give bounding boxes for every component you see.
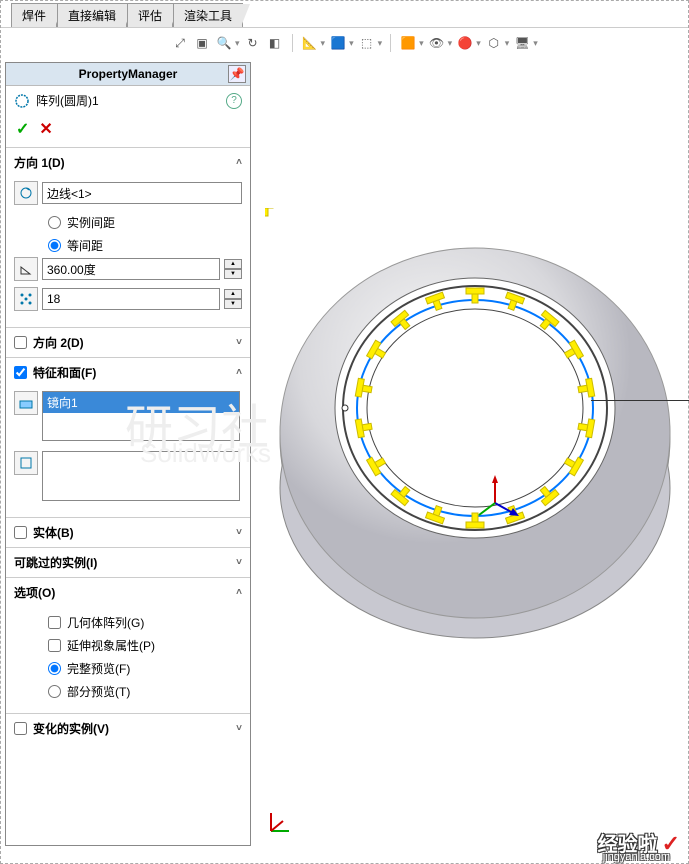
full-preview-radio[interactable] <box>48 662 61 675</box>
chevron-down-icon: ˅ <box>236 527 242 538</box>
angle-spinner[interactable]: ▲▼ <box>224 259 242 279</box>
dropdown-icon[interactable]: ▾ <box>419 38 424 49</box>
edit-scene-icon[interactable]: 🟧 <box>399 34 417 52</box>
property-manager: PropertyManager 📌 阵列(圆周)1 ? ✓ ✕ 方向 1(D) … <box>5 62 251 846</box>
varied-checkbox[interactable] <box>14 722 27 735</box>
dropdown-icon[interactable]: ▾ <box>235 38 240 49</box>
chevron-down-icon: ˅ <box>236 337 242 348</box>
count-spinner[interactable]: ▲▼ <box>224 289 242 309</box>
section-title: 方向 1(D) <box>14 154 65 171</box>
option-label: 延伸视象属性(P) <box>67 637 155 654</box>
list-item[interactable]: 镜向1 <box>43 392 239 413</box>
faces-list[interactable] <box>42 451 240 501</box>
circular-pattern-icon <box>14 93 30 109</box>
option-label: 完整预览(F) <box>67 660 130 677</box>
dir2-checkbox[interactable] <box>14 336 27 349</box>
tab-direct-edit[interactable]: 直接编辑 <box>57 3 127 27</box>
section-title: 可跳过的实例(I) <box>14 554 97 571</box>
axis-icon[interactable] <box>14 181 38 205</box>
display-style-icon[interactable]: 🟦 <box>329 34 347 52</box>
section-direction1[interactable]: 方向 1(D) ˄ <box>6 148 250 177</box>
3d-model[interactable] <box>265 208 685 628</box>
chevron-up-icon: ˄ <box>236 587 242 598</box>
ok-button[interactable]: ✓ <box>16 119 29 139</box>
screen-icon[interactable]: 🖥 <box>513 34 531 52</box>
dropdown-icon[interactable]: ▾ <box>321 38 326 49</box>
brand-url: jingyanla.com <box>603 851 670 863</box>
hide-show-icon[interactable]: ⬚ <box>358 34 376 52</box>
view-settings-icon[interactable]: ⬡ <box>485 34 503 52</box>
visibility-icon[interactable]: 👁 <box>428 34 446 52</box>
chevron-down-icon: ˅ <box>236 723 242 734</box>
zoom-area-icon[interactable]: ▣ <box>193 34 211 52</box>
dropdown-icon[interactable]: ▾ <box>378 38 383 49</box>
appearance-icon[interactable]: 🔴 <box>456 34 474 52</box>
feature-name: 阵列(圆周)1 <box>36 92 99 109</box>
faces-icon <box>14 451 38 475</box>
brand-watermark: 经验啦 ✓ jingyanla.com <box>598 828 680 857</box>
section-title: 方向 2(D) <box>33 334 84 351</box>
radio-instance-spacing[interactable] <box>48 216 61 229</box>
dropdown-icon[interactable]: ▾ <box>533 38 538 49</box>
dropdown-icon[interactable]: ▾ <box>505 38 510 49</box>
option-label: 几何体阵列(G) <box>67 614 144 631</box>
bodies-checkbox[interactable] <box>14 526 27 539</box>
count-input[interactable] <box>42 288 220 310</box>
section-options[interactable]: 选项(O) ˄ <box>6 578 250 607</box>
help-icon[interactable]: ? <box>226 93 242 109</box>
instances-icon <box>14 287 38 311</box>
zoom-icon[interactable]: 🔍 <box>215 34 233 52</box>
chevron-up-icon: ˄ <box>236 157 242 168</box>
dropdown-icon[interactable]: ▾ <box>476 38 481 49</box>
option-label: 部分预览(T) <box>67 683 130 700</box>
radio-label: 实例间距 <box>67 214 115 231</box>
section-skippable[interactable]: 可跳过的实例(I) ˅ <box>6 548 250 577</box>
chevron-up-icon: ˄ <box>236 367 242 378</box>
section-icon[interactable]: ◧ <box>266 34 284 52</box>
section-title: 实体(B) <box>33 524 74 541</box>
section-direction2[interactable]: 方向 2(D) ˅ <box>6 328 250 357</box>
pin-icon[interactable]: 📌 <box>228 65 246 83</box>
features-list[interactable]: 镜向1 <box>42 391 240 441</box>
section-title: 特征和面(F) <box>33 364 96 381</box>
propagate-visual-checkbox[interactable] <box>48 639 61 652</box>
radio-label: 等间距 <box>67 237 103 254</box>
section-varied[interactable]: 变化的实例(V) ˅ <box>6 714 250 743</box>
section-title: 选项(O) <box>14 584 55 601</box>
angle-icon <box>14 257 38 281</box>
tab-weldment[interactable]: 焊件 <box>11 3 57 27</box>
callout-leader <box>591 400 689 401</box>
partial-preview-radio[interactable] <box>48 685 61 698</box>
view-toolbar: ⤢ ▣ 🔍▾ ↻ ◧ 📐▾ 🟦▾ ⬚▾ 🟧▾ 👁▾ 🔴▾ ⬡▾ 🖥▾ <box>1 28 688 58</box>
zoom-fit-icon[interactable]: ⤢ <box>171 34 189 52</box>
features-checkbox[interactable] <box>14 366 27 379</box>
origin-triad-icon <box>267 807 295 838</box>
dropdown-icon[interactable]: ▾ <box>448 38 453 49</box>
axis-input[interactable] <box>42 182 242 204</box>
3d-viewport[interactable]: 研习社 SolidWorks <box>255 58 688 850</box>
angle-input[interactable] <box>42 258 220 280</box>
geometry-pattern-checkbox[interactable] <box>48 616 61 629</box>
rotate-icon[interactable]: ↻ <box>244 34 262 52</box>
view-orient-icon[interactable]: 📐 <box>301 34 319 52</box>
section-title: 变化的实例(V) <box>33 720 109 737</box>
dropdown-icon[interactable]: ▾ <box>349 38 354 49</box>
features-icon <box>14 391 38 415</box>
section-bodies[interactable]: 实体(B) ˅ <box>6 518 250 547</box>
radio-equal-spacing[interactable] <box>48 239 61 252</box>
cancel-button[interactable]: ✕ <box>39 119 52 139</box>
tab-render[interactable]: 渲染工具 <box>173 3 243 27</box>
chevron-down-icon: ˅ <box>236 557 242 568</box>
panel-title: PropertyManager <box>79 67 178 81</box>
tab-evaluate[interactable]: 评估 <box>127 3 173 27</box>
panel-header: PropertyManager 📌 <box>6 63 250 86</box>
section-features[interactable]: 特征和面(F) ˄ <box>6 358 250 387</box>
